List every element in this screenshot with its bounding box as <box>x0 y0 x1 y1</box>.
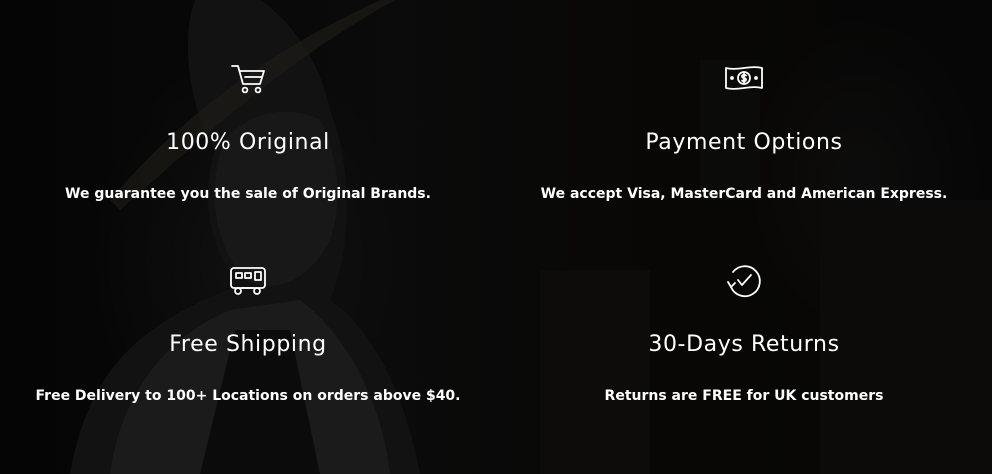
features-banner: 100% Original We guarantee you the sale … <box>0 0 992 474</box>
feature-description: We guarantee you the sale of Original Br… <box>65 186 431 202</box>
feature-title: Free Shipping <box>169 332 327 357</box>
feature-payment: Payment Options We accept Visa, MasterCa… <box>496 58 992 204</box>
feature-description: Free Delivery to 100+ Locations on order… <box>35 388 461 404</box>
feature-title: 100% Original <box>166 130 330 155</box>
cart-icon <box>228 58 268 98</box>
feature-original: 100% Original We guarantee you the sale … <box>0 58 496 204</box>
feature-description: We accept Visa, MasterCard and American … <box>540 186 948 202</box>
delivery-truck-icon <box>228 260 268 300</box>
banknote-icon <box>724 58 764 98</box>
returns-check-icon <box>724 260 764 300</box>
feature-returns: 30-Days Returns Returns are FREE for UK … <box>496 260 992 406</box>
feature-description: Returns are FREE for UK customers <box>604 388 884 404</box>
feature-title: 30-Days Returns <box>648 332 840 357</box>
feature-shipping: Free Shipping Free Delivery to 100+ Loca… <box>0 260 496 406</box>
feature-title: Payment Options <box>645 130 843 155</box>
